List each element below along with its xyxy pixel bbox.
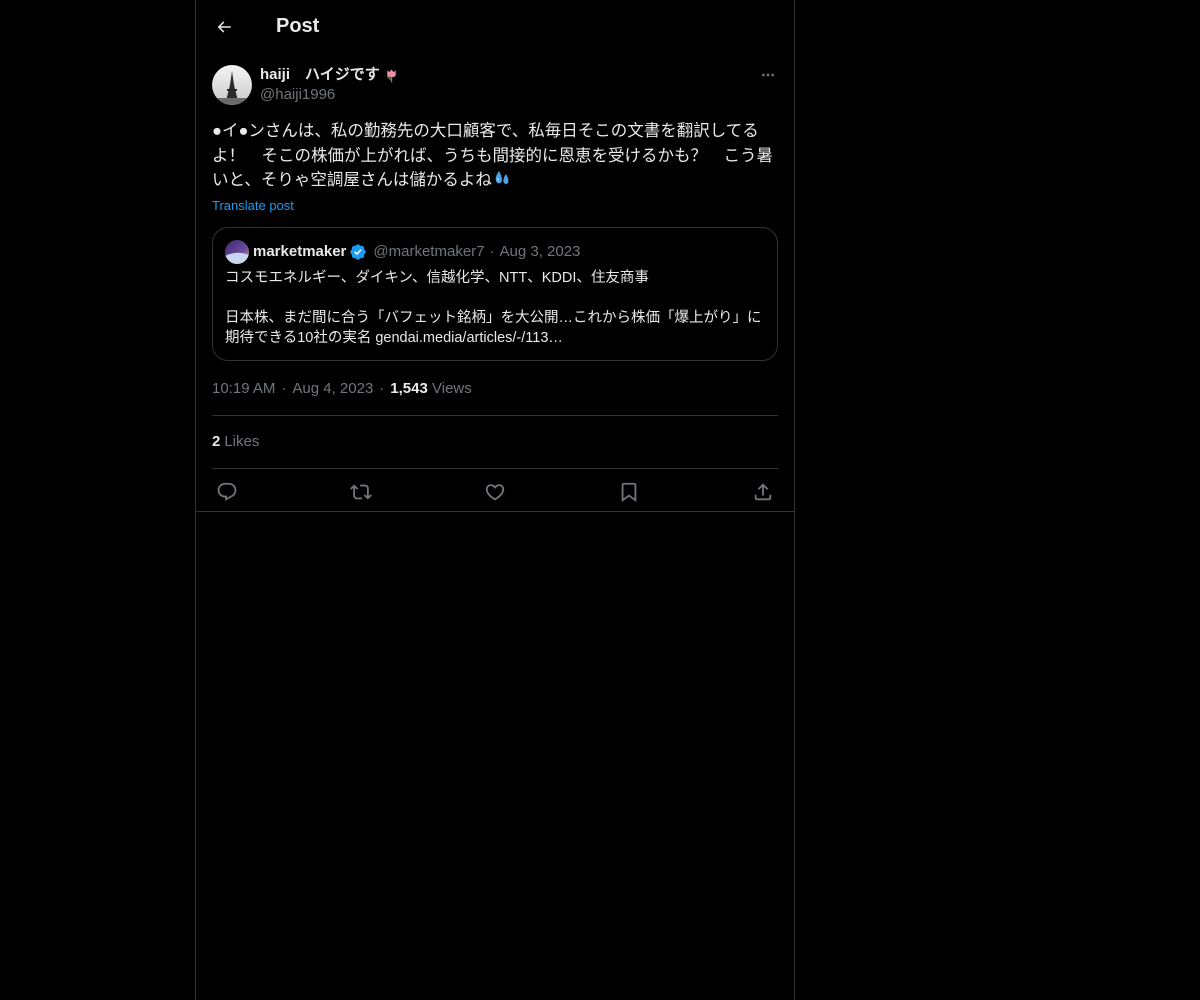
page-title: Post [276,15,320,37]
quote-display-name: marketmaker [253,242,347,260]
display-name[interactable]: haiji ハイジです [260,65,758,85]
likes-count: 2 [212,433,221,450]
more-button[interactable] [758,65,778,85]
sweat-drops-icon [492,168,512,196]
action-bar [212,469,778,516]
back-arrow-icon [217,20,231,33]
translate-post-link[interactable]: Translate post [212,198,294,213]
quote-text: コスモエネルギー、ダイキン、信越化学、NTT、KDDI、住友商事 日本株、まだ間… [225,269,762,346]
author-row: haiji ハイジです @haiji1996 [212,65,778,105]
tulip-icon [383,67,400,84]
reply-icon [217,482,237,501]
post: haiji ハイジです @haiji1996 ●イ●ンさんは、私の勤務先の大口顧… [196,65,794,516]
like-icon [485,484,505,501]
views-label: Views [432,379,472,397]
post-bottom-border [196,511,794,512]
share-icon [754,483,772,501]
views-count: 1,543 [390,379,428,397]
quote-avatar [225,239,249,264]
post-meta: 10:19 AM · Aug 4, 2023 · 1,543 Views [212,379,472,397]
post-date[interactable]: Aug 4, 2023 [292,380,373,397]
header: Post [196,0,794,53]
likes-label: Likes [224,433,260,450]
bookmark-icon [621,482,637,503]
author-info: haiji ハイジです @haiji1996 [260,65,758,105]
bookmark-button[interactable] [618,481,640,503]
repost-button[interactable] [350,481,372,503]
share-button[interactable] [752,481,774,503]
quoted-post[interactable]: marketmaker @marketmaker7 · Aug 3, 2023 … [212,226,778,361]
user-handle[interactable]: @haiji1996 [260,85,758,105]
quote-handle: @marketmaker7 [373,242,485,260]
more-icon [762,73,774,77]
likes-row[interactable]: 2 Likes [212,416,778,468]
avatar[interactable] [212,65,252,105]
post-time[interactable]: 10:19 AM [212,380,275,397]
like-button[interactable] [484,481,506,503]
reply-button[interactable] [216,481,238,503]
back-button[interactable] [212,15,236,39]
repost-icon [350,484,372,500]
quote-header: marketmaker @marketmaker7 · Aug 3, 2023 [225,239,765,264]
verified-badge-icon [349,243,367,261]
display-name-text: haiji ハイジです [260,66,380,83]
post-text: ●イ●ンさんは、私の勤務先の大口顧客で、私毎日そこの文書を翻訳してるよ！ そこの… [212,119,778,196]
main-column: Post haiji ハイジです @haiji1996 ●イ●ンさんは、私の勤務… [195,0,795,1000]
quote-date: Aug 3, 2023 [499,242,581,260]
